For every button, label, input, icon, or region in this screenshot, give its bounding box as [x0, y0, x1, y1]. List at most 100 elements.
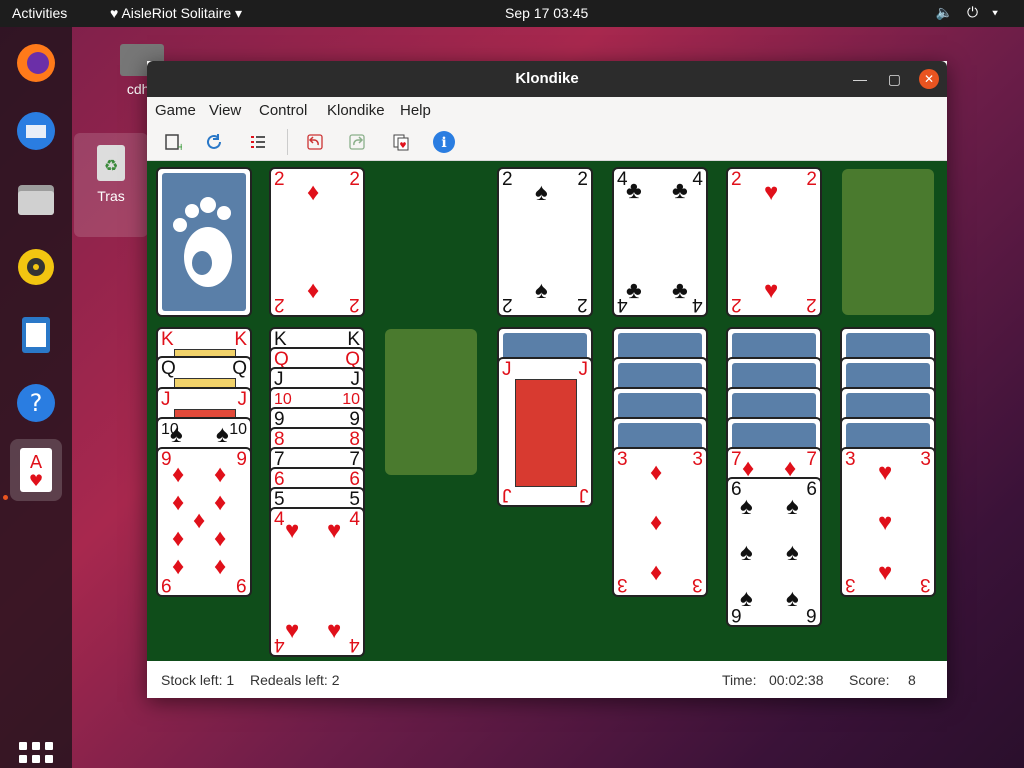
toolbar: + ♥ i: [147, 123, 947, 161]
menu-help[interactable]: Help: [400, 102, 431, 119]
card-suit: ♠: [740, 539, 753, 566]
clock[interactable]: Sep 17 03:45: [505, 5, 588, 21]
writer-icon[interactable]: [10, 309, 62, 361]
card-suit: ♥: [327, 617, 342, 644]
tableau-card[interactable]: 3 3 ♥ ♥ ♥ 3 3: [840, 447, 936, 597]
tableau-card[interactable]: 99 ♦ ♦ ♦ ♦ ♦ ♦ ♦ ♦ ♦ 99: [156, 447, 252, 597]
card-suit: ♦: [172, 525, 185, 552]
card-suit: ♦: [172, 461, 185, 488]
score-value: 8: [908, 672, 916, 688]
firefox-icon[interactable]: [10, 37, 62, 89]
app-name: AisleRiot Solitaire: [121, 5, 232, 21]
time-value: 00:02:38: [769, 672, 824, 688]
menu-klondike[interactable]: Klondike: [327, 102, 385, 119]
deal-icon[interactable]: ♥: [390, 131, 412, 153]
svg-text:♻: ♻: [104, 156, 118, 175]
card-rank: 7: [806, 449, 817, 470]
stock-pile[interactable]: [156, 167, 252, 317]
card-rank: 4: [274, 509, 285, 530]
card-rank: 9: [161, 449, 172, 470]
svg-text:i: i: [441, 135, 446, 151]
tableau-3-empty[interactable]: [385, 329, 477, 475]
card-rank: J: [161, 389, 171, 410]
foundation-2[interactable]: 4 4 ♣ ♣ ♣ ♣ 4 4: [612, 167, 708, 317]
foundation-3[interactable]: 2 2 ♥ ♥ 2 2: [726, 167, 822, 317]
card-rank: 4: [617, 294, 628, 315]
foundation-1[interactable]: 2 2 ♠ ♠ 2 2: [497, 167, 593, 317]
undo-icon[interactable]: [304, 131, 326, 153]
card-rank: J: [578, 359, 589, 380]
card-rank: 2: [731, 294, 742, 315]
svg-text:?: ?: [30, 389, 43, 417]
card-rank: 2: [349, 294, 360, 315]
card-rank: 4: [692, 169, 703, 190]
menu-control[interactable]: Control: [259, 102, 307, 119]
help-icon[interactable]: ?: [10, 377, 62, 429]
card-suit: ♠: [535, 179, 548, 206]
card-suit: ♦: [214, 461, 227, 488]
card-rank: 4: [692, 294, 703, 315]
power-icon: ⏻: [967, 4, 993, 20]
card-rank: 3: [692, 449, 703, 470]
hint-icon[interactable]: i: [432, 130, 456, 154]
system-menu[interactable]: 🔈⏻▾: [936, 4, 1012, 21]
card-rank: 3: [692, 574, 703, 595]
card-rank: 6: [806, 604, 817, 625]
card-rank: 9: [161, 574, 172, 595]
select-game-icon[interactable]: [247, 131, 269, 153]
restart-icon[interactable]: [203, 131, 225, 153]
menu-view[interactable]: View: [209, 102, 241, 119]
thunderbird-icon[interactable]: [10, 105, 62, 157]
card-rank: 9: [236, 574, 247, 595]
activities-button[interactable]: Activities: [12, 5, 67, 21]
card-suit: ♦: [650, 559, 663, 586]
files-icon[interactable]: [10, 173, 62, 225]
card-suit: ♣: [626, 277, 642, 304]
card-rank: 2: [806, 294, 817, 315]
card-suit: ♠: [740, 585, 753, 612]
card-suit: ♠: [170, 421, 183, 448]
minimize-button[interactable]: —: [853, 61, 867, 97]
card-rank: 3: [617, 449, 628, 470]
card-suit: ♠: [786, 493, 799, 520]
card-rank: 2: [577, 169, 588, 190]
card-rank: 2: [502, 169, 513, 190]
card-rank: 4: [349, 634, 360, 655]
desktop-trash[interactable]: ♻ Tras: [74, 133, 148, 237]
redo-icon[interactable]: [346, 131, 368, 153]
time-label: Time:: [722, 672, 757, 688]
maximize-button[interactable]: ▢: [888, 61, 901, 97]
face-card-art: [515, 379, 577, 487]
status-bar: Stock left: 1 Redeals left: 2 Time: 00:0…: [147, 661, 947, 698]
card-rank: 2: [731, 169, 742, 190]
show-applications-icon[interactable]: [19, 742, 53, 768]
card-suit: ♣: [626, 177, 642, 204]
card-suit: ♦: [214, 489, 227, 516]
tableau-card[interactable]: J J J J: [497, 357, 593, 507]
rhythmbox-icon[interactable]: [10, 241, 62, 293]
card-suit: ♣: [672, 277, 688, 304]
tableau-card[interactable]: 3 3 ♦ ♦ ♦ 3 3: [612, 447, 708, 597]
tableau-card[interactable]: 4 4 ♥ ♥ ♥ ♥ 4 4: [269, 507, 365, 657]
card-rank: K: [234, 329, 247, 350]
foundation-4-empty[interactable]: [842, 169, 934, 315]
card-rank: 2: [502, 294, 513, 315]
app-menu[interactable]: ♥ AisleRiot Solitaire ▾: [110, 5, 242, 22]
solitaire-icon[interactable]: A ♥: [10, 439, 62, 501]
card-rank: 4: [349, 509, 360, 530]
card-rank: 3: [617, 574, 628, 595]
tableau-card[interactable]: 66 ♠ ♠ ♠ ♠ ♠ ♠ 66: [726, 477, 822, 627]
card-rank: 9: [236, 449, 247, 470]
score-label: Score:: [849, 672, 890, 688]
card-suit: ♥: [285, 617, 300, 644]
close-button[interactable]: ✕: [919, 69, 939, 89]
new-game-icon[interactable]: +: [162, 131, 184, 153]
title-bar[interactable]: Klondike: [147, 61, 947, 97]
svg-text:♥: ♥: [29, 471, 43, 490]
menu-game[interactable]: Game: [155, 102, 196, 119]
waste-card[interactable]: 2 2 ♦ ♦ 2 2: [269, 167, 365, 317]
card-suit: ♠: [786, 585, 799, 612]
redeals-left-text: Redeals left: 2: [250, 672, 340, 688]
card-suit: ♥: [764, 277, 779, 304]
card-rank: Q: [232, 358, 247, 379]
